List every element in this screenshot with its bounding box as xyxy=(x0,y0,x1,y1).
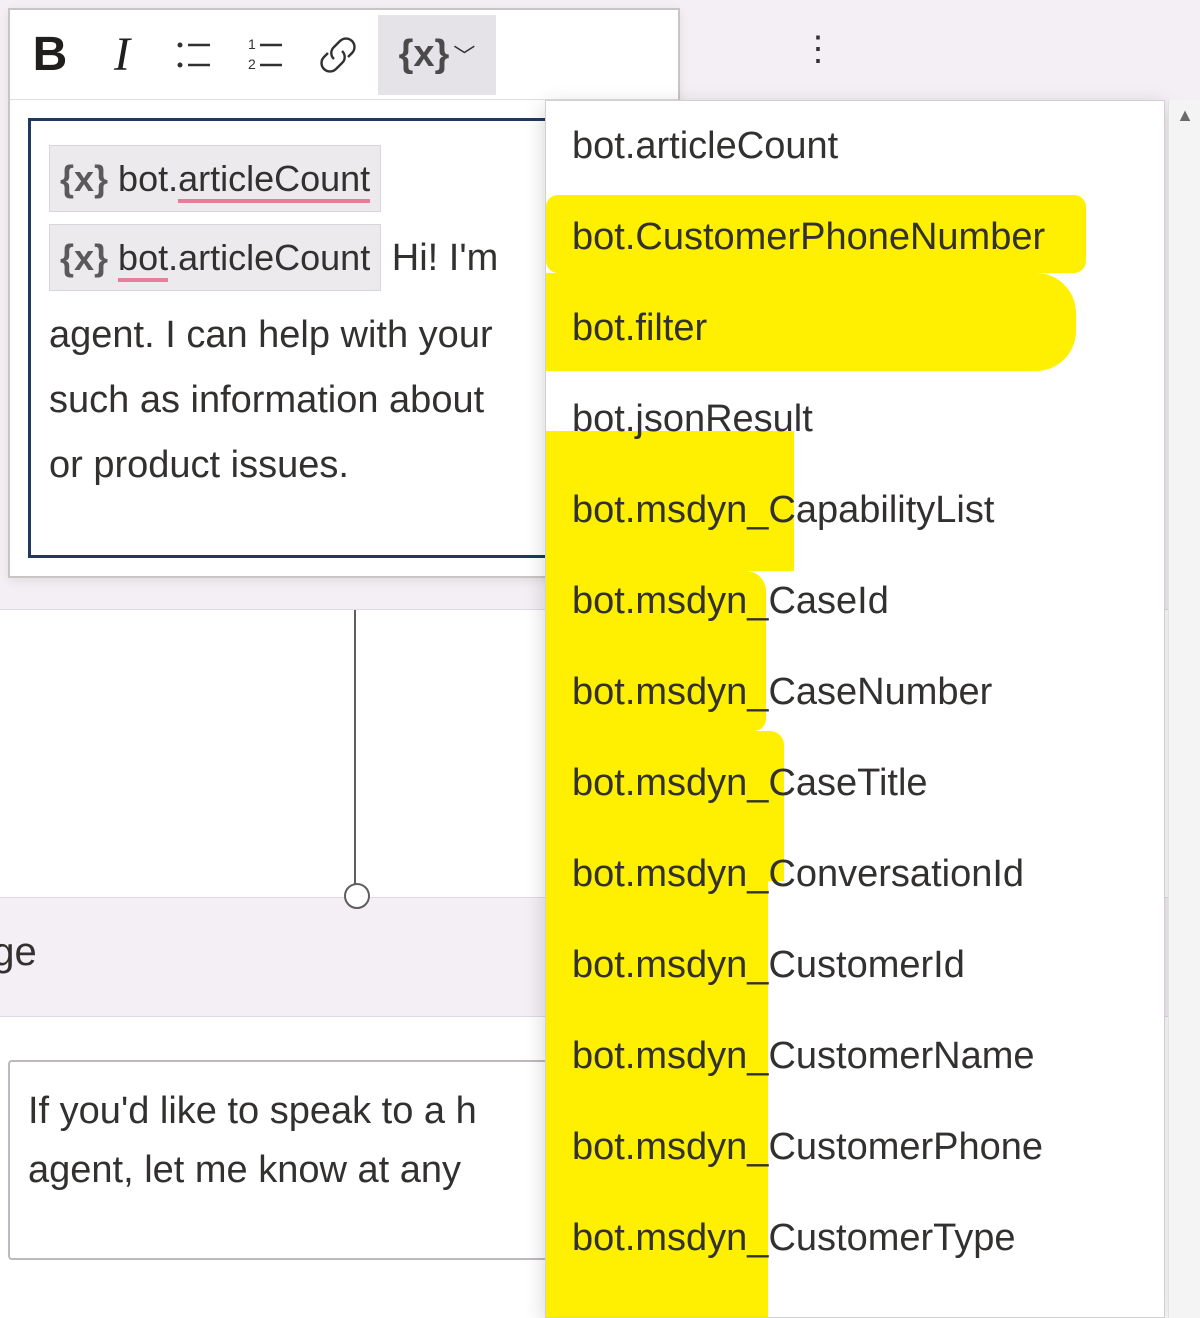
variable-chip-icon: {x} xyxy=(60,227,108,288)
variable-chip[interactable]: {x} bot.articleCount xyxy=(49,224,381,291)
variable-chip-text: bot.articleCount xyxy=(118,227,370,288)
variable-chip-text: bot.articleCount xyxy=(118,148,370,209)
dropdown-item[interactable]: bot.msdyn_CapabilityList xyxy=(546,465,1164,556)
variable-label: {x} xyxy=(399,33,450,76)
rich-text-toolbar: B I 1 2 {x} ﹀ xyxy=(10,10,678,100)
dropdown-item[interactable]: bot.msdyn_CustomerId xyxy=(546,920,1164,1011)
message-line-2: agent, let me know at any xyxy=(28,1141,528,1200)
dropdown-item[interactable]: bot.msdyn_ConversationId xyxy=(546,829,1164,920)
dropdown-item[interactable]: bot.jsonResult xyxy=(546,374,1164,465)
scroll-up-arrow-icon[interactable]: ▲ xyxy=(1169,100,1200,130)
numbered-list-button[interactable]: 1 2 xyxy=(230,15,302,95)
svg-text:2: 2 xyxy=(248,56,256,72)
dropdown-item[interactable]: bot.articleCount xyxy=(546,101,1164,192)
insert-variable-button[interactable]: {x} ﹀ xyxy=(378,15,496,95)
dropdown-item[interactable]: bot.filter xyxy=(546,283,1164,374)
dropdown-item[interactable]: bot.msdyn_CaseId xyxy=(546,556,1164,647)
dropdown-scrollbar[interactable]: ▲ xyxy=(1168,100,1200,1318)
variable-chip[interactable]: {x} bot.articleCount xyxy=(49,145,381,212)
chevron-down-icon: ﹀ xyxy=(453,39,475,71)
more-icon: ⋮ xyxy=(801,29,835,69)
bulleted-list-button[interactable] xyxy=(158,15,230,95)
italic-label: I xyxy=(114,27,130,82)
section-label: age xyxy=(0,930,37,975)
editor-text: Hi! I'm xyxy=(381,237,498,279)
link-icon xyxy=(318,35,358,75)
dropdown-item[interactable]: bot.msdyn_CustomerName xyxy=(546,1011,1164,1102)
message-line-1: If you'd like to speak to a h xyxy=(28,1082,528,1141)
numbered-list-icon: 1 2 xyxy=(246,35,286,75)
message-box[interactable]: If you'd like to speak to a h agent, let… xyxy=(8,1060,548,1260)
bold-button[interactable]: B xyxy=(14,15,86,95)
dropdown-item[interactable]: bot.msdyn_CaseNumber xyxy=(546,647,1164,738)
dropdown-item[interactable]: bot.msdyn_CaseTitle xyxy=(546,738,1164,829)
dropdown-item[interactable]: bot.msdyn_CustomerPhone xyxy=(546,1102,1164,1193)
more-menu-button[interactable]: ⋮ xyxy=(786,12,850,86)
dropdown-item[interactable]: bot.CustomerPhoneNumber xyxy=(546,192,1164,283)
svg-text:1: 1 xyxy=(248,36,256,52)
bold-label: B xyxy=(33,27,68,82)
italic-button[interactable]: I xyxy=(86,15,158,95)
dropdown-item[interactable]: bot.msdyn_CustomerType xyxy=(546,1193,1164,1284)
link-button[interactable] xyxy=(302,15,374,95)
variable-chip-icon: {x} xyxy=(60,148,108,209)
node-connector xyxy=(354,610,356,897)
bulleted-list-icon xyxy=(174,35,214,75)
variable-dropdown: bot.articleCount bot.CustomerPhoneNumber… xyxy=(545,100,1165,1318)
